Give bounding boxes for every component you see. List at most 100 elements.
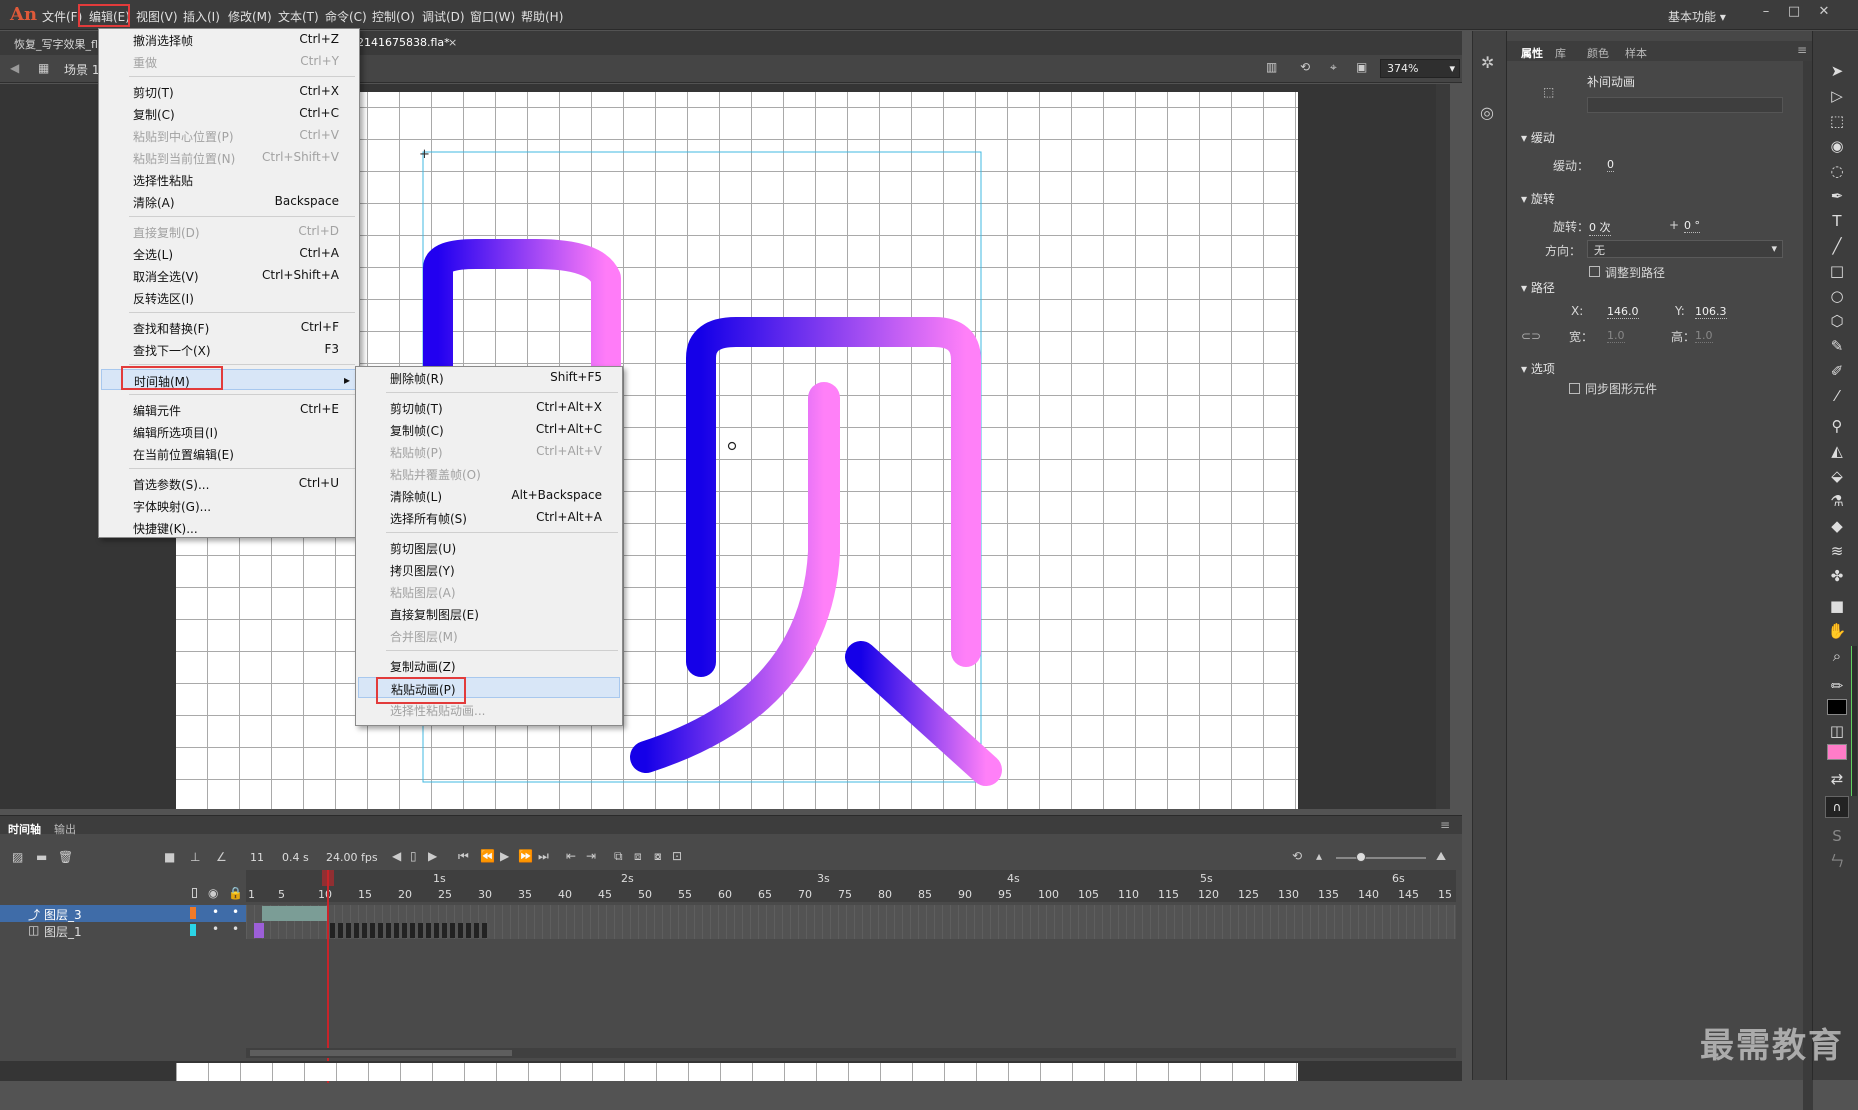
- menu-item-copy[interactable]: 复制(C) Ctrl+C: [99, 103, 359, 124]
- menu-insert[interactable]: 插入(I): [183, 8, 220, 25]
- menu-item-deselect-all[interactable]: 取消全选(V) Ctrl+Shift+A: [99, 265, 359, 286]
- scroll-thumb[interactable]: [250, 1050, 512, 1056]
- playhead-handle[interactable]: [322, 870, 334, 886]
- menu-item-copy-layers[interactable]: 拷贝图层(Y): [356, 559, 622, 580]
- pencil-tool-icon[interactable]: ✎: [1827, 336, 1847, 356]
- menu-item-undo[interactable]: 撤消选择帧 Ctrl+Z: [99, 29, 359, 50]
- menu-item-remove-frames[interactable]: 删除帧(R) Shift+F5: [356, 367, 622, 388]
- parenting-icon[interactable]: ⊥: [190, 850, 200, 864]
- keyframe-span[interactable]: [254, 923, 264, 938]
- refresh-icon[interactable]: ⟲: [1292, 849, 1302, 863]
- menu-help[interactable]: 帮助(H): [521, 8, 563, 25]
- paint-bucket-icon[interactable]: ◭: [1827, 441, 1847, 461]
- menu-debug[interactable]: 调试(D): [422, 8, 465, 25]
- 3d-rotation-icon[interactable]: ◉: [1827, 136, 1847, 156]
- onion-outline-icon[interactable]: ⧈: [634, 849, 642, 864]
- motion-tween-span[interactable]: [262, 906, 328, 921]
- panel-menu-icon[interactable]: ≡: [1797, 43, 1807, 57]
- menu-item-select-all-frames[interactable]: 选择所有帧(S) Ctrl+Alt+A: [356, 507, 622, 528]
- instance-name-field[interactable]: [1587, 97, 1783, 113]
- asset-warp-icon[interactable]: ✤: [1827, 566, 1847, 586]
- prev-keyframe-icon[interactable]: ◀: [392, 849, 401, 863]
- menu-item-edit-in-place[interactable]: 在当前位置编辑(E): [99, 443, 359, 464]
- menu-item-duplicate[interactable]: 直接复制(D) Ctrl+D: [99, 221, 359, 242]
- new-folder-icon[interactable]: ▬: [36, 850, 47, 864]
- onion-range-icon[interactable]: ⊡: [672, 849, 682, 863]
- easing-value[interactable]: 0: [1607, 158, 1614, 172]
- brush-icon[interactable]: ✲: [1481, 53, 1494, 72]
- go-last-icon[interactable]: ⏭: [538, 849, 549, 864]
- loop-icon[interactable]: ⇤: [566, 849, 576, 863]
- outline-header-icon[interactable]: [192, 888, 197, 898]
- eye-icon[interactable]: ◉: [208, 886, 218, 900]
- workspace-switcher[interactable]: 基本功能 ▾: [1668, 8, 1726, 25]
- zoom-tool-icon[interactable]: ⌕: [1827, 646, 1847, 666]
- path-section[interactable]: ▾ 路径: [1521, 279, 1555, 296]
- eraser-icon[interactable]: ◆: [1827, 516, 1847, 536]
- snap-magnet-icon[interactable]: ∩: [1825, 796, 1849, 818]
- tab-output[interactable]: 输出: [54, 821, 76, 837]
- menu-item-paste-layers[interactable]: 粘贴图层(A): [356, 581, 622, 602]
- tab-timeline[interactable]: 时间轴: [8, 821, 41, 837]
- graph-icon[interactable]: ∠: [216, 850, 227, 864]
- ink-bottle-icon[interactable]: ⬙: [1827, 466, 1847, 486]
- smooth-icon[interactable]: S: [1827, 826, 1847, 846]
- stroke-color-icon[interactable]: ✏: [1827, 676, 1847, 696]
- menu-item-cut-layers[interactable]: 剪切图层(U): [356, 537, 622, 558]
- tab-properties[interactable]: 属性: [1521, 45, 1543, 61]
- panel-menu-icon[interactable]: ≡: [1440, 818, 1450, 832]
- maximize-icon[interactable]: □: [1780, 4, 1808, 24]
- rotate-section[interactable]: ▾ 旋转: [1521, 190, 1555, 207]
- rotate-degrees[interactable]: 0 °: [1684, 219, 1700, 233]
- menu-view[interactable]: 视图(V): [136, 8, 178, 25]
- easing-section[interactable]: ▾ 缓动: [1521, 129, 1555, 146]
- polystar-tool-icon[interactable]: ⬡: [1827, 311, 1847, 331]
- menu-item-select-all[interactable]: 全选(L) Ctrl+A: [99, 243, 359, 264]
- doc-tab-1[interactable]: 恢复_写字效果_fl: [14, 36, 98, 52]
- layer-row[interactable]: ⤴ 图层_3 • •: [0, 905, 246, 922]
- trash-icon[interactable]: 🗑: [58, 850, 73, 864]
- frame-span[interactable]: [330, 923, 490, 938]
- selection-tool-icon[interactable]: ➤: [1827, 61, 1847, 81]
- vertical-scrollbar[interactable]: [1436, 84, 1450, 809]
- layer-row[interactable]: ◫ 图层_1 • •: [0, 922, 246, 939]
- menu-item-preferences[interactable]: 首选参数(S)... Ctrl+U: [99, 473, 359, 494]
- eyedropper-icon[interactable]: ⚗: [1827, 491, 1847, 511]
- x-value[interactable]: 146.0: [1607, 305, 1639, 319]
- cc-library-icon[interactable]: ◎: [1480, 103, 1494, 122]
- y-value[interactable]: 106.3: [1695, 305, 1727, 319]
- current-time[interactable]: 0.4 s: [282, 851, 309, 864]
- fill-color-icon[interactable]: ◫: [1827, 721, 1847, 741]
- slider-thumb[interactable]: [1356, 852, 1366, 862]
- step-back-icon[interactable]: ⏪: [480, 849, 495, 863]
- menu-modify[interactable]: 修改(M): [228, 8, 272, 25]
- menu-item-invert-selection[interactable]: 反转选区(I): [99, 287, 359, 308]
- step-forward-icon[interactable]: ⏩: [518, 849, 533, 863]
- oval-tool-icon[interactable]: ○: [1827, 286, 1847, 306]
- orient-to-path-checkbox[interactable]: [1589, 266, 1600, 277]
- camera-icon[interactable]: ■: [164, 850, 175, 864]
- menu-item-clear-frames[interactable]: 清除帧(L) Alt+Backspace: [356, 485, 622, 506]
- menu-item-find-replace[interactable]: 查找和替换(F) Ctrl+F: [99, 317, 359, 338]
- free-transform-icon[interactable]: ⬚: [1827, 111, 1847, 131]
- height-value[interactable]: 1.0: [1695, 329, 1713, 343]
- width-value[interactable]: 1.0: [1607, 329, 1625, 343]
- menu-item-edit-symbol[interactable]: 编辑元件 Ctrl+E: [99, 399, 359, 420]
- center-stage-icon[interactable]: ⌖: [1330, 60, 1337, 75]
- doc-tab-2[interactable]: 2141675838.fla*: [357, 36, 450, 49]
- frame-rate[interactable]: 24.00 fps: [326, 851, 378, 864]
- minimize-icon[interactable]: –: [1752, 4, 1780, 24]
- menu-item-clear[interactable]: 清除(A) Backspace: [99, 191, 359, 212]
- go-first-icon[interactable]: ⏮: [458, 849, 469, 864]
- menu-item-merge-layers[interactable]: 合并图层(M): [356, 625, 622, 646]
- menu-commands[interactable]: 命令(C): [325, 8, 367, 25]
- menu-window[interactable]: 窗口(W): [470, 8, 515, 25]
- menu-item-cut-frames[interactable]: 剪切帧(T) Ctrl+Alt+X: [356, 397, 622, 418]
- tab-color[interactable]: 颜色: [1587, 45, 1609, 61]
- rotate-count[interactable]: 0 次: [1589, 219, 1611, 236]
- straighten-icon[interactable]: ㄣ: [1827, 851, 1847, 871]
- fill-color-swatch[interactable]: [1827, 744, 1847, 760]
- add-keyframe-icon[interactable]: ▯: [410, 849, 417, 863]
- tool-scroll[interactable]: [1851, 646, 1857, 796]
- menu-item-edit-selected[interactable]: 编辑所选项目(I): [99, 421, 359, 442]
